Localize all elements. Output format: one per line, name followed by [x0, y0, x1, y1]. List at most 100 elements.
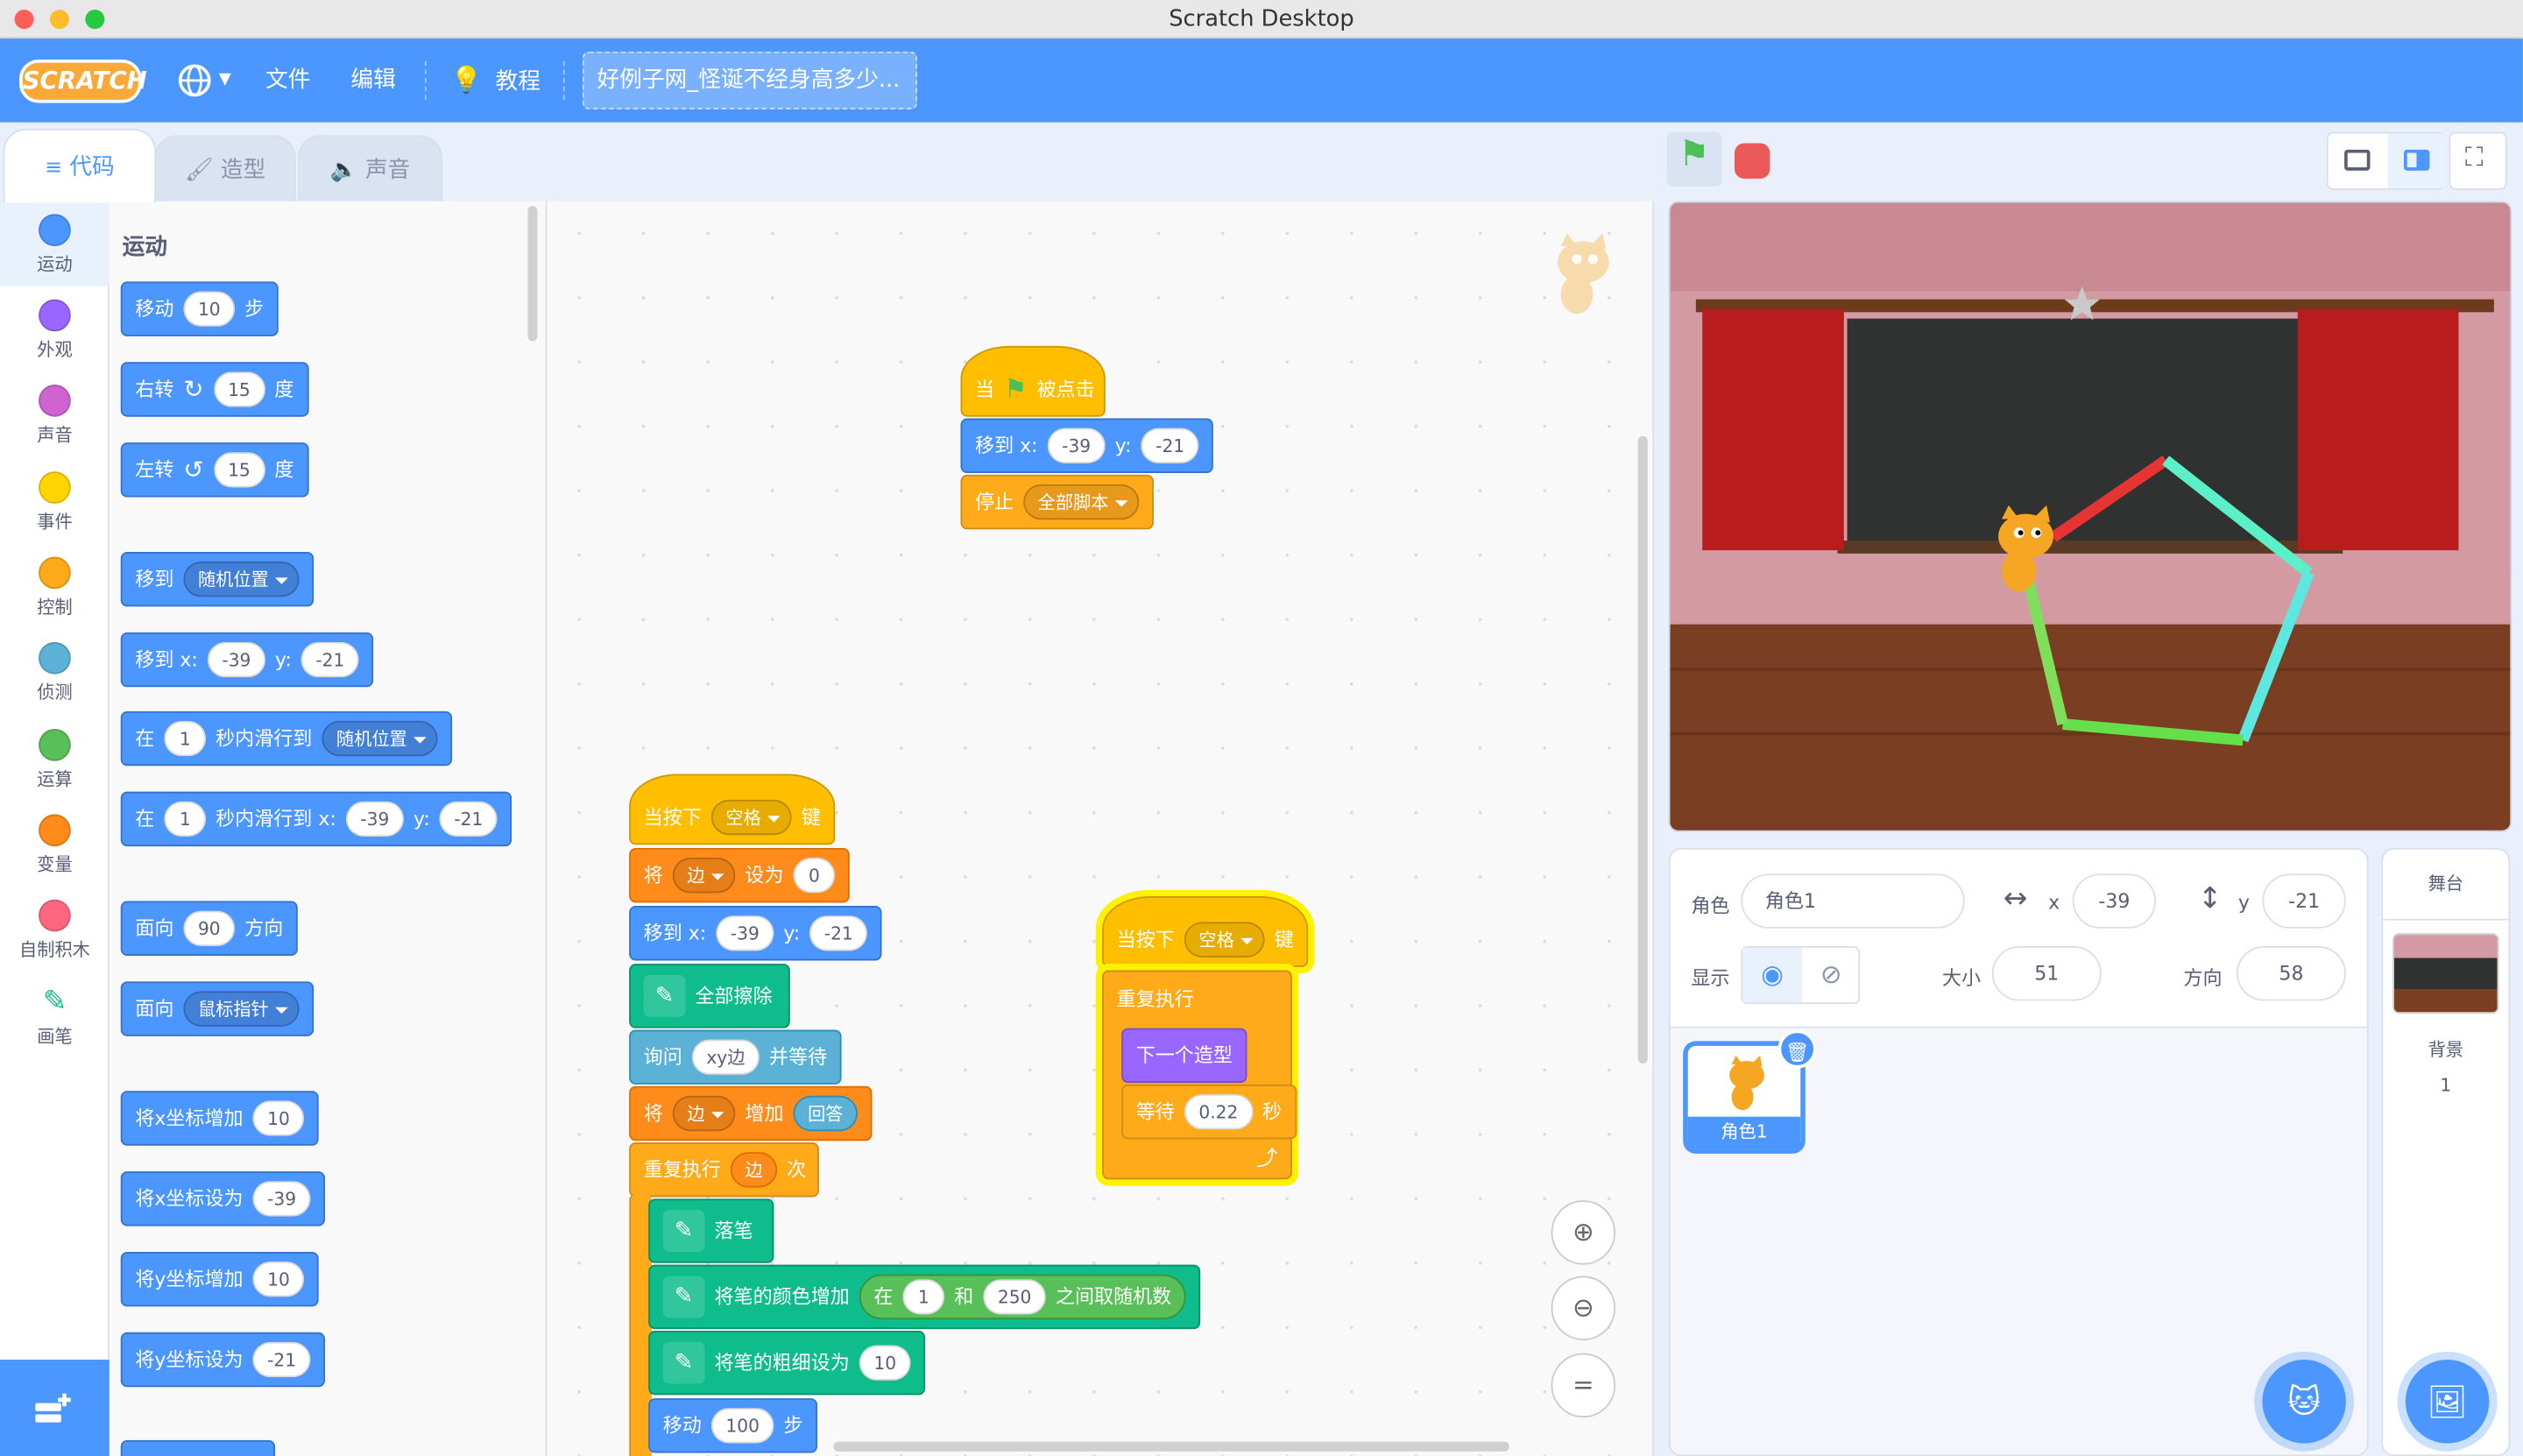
category-control[interactable]: 控制: [0, 544, 110, 629]
block-point-direction[interactable]: 面向 90 方向: [120, 901, 298, 956]
block-input[interactable]: 15: [213, 371, 265, 407]
block-input[interactable]: 10: [252, 1100, 305, 1136]
block-input[interactable]: 10: [859, 1345, 911, 1381]
block-input[interactable]: 0.22: [1184, 1093, 1253, 1130]
file-menu[interactable]: 文件: [265, 39, 310, 123]
block-input[interactable]: -39: [1047, 428, 1106, 463]
stage-canvas[interactable]: [1668, 201, 2512, 832]
block-input[interactable]: -39: [716, 915, 774, 951]
answer-reporter[interactable]: 回答: [793, 1095, 859, 1132]
block-pen-down[interactable]: ✎ 落笔: [648, 1198, 774, 1263]
block-move-steps[interactable]: 移动 10 步: [120, 281, 279, 336]
block-input[interactable]: -21: [252, 1341, 311, 1378]
block-input[interactable]: 90: [183, 910, 236, 946]
block-set-x[interactable]: 将x坐标设为 -39: [120, 1171, 326, 1226]
stop-button[interactable]: [1734, 143, 1770, 179]
block-change-pen-color[interactable]: ✎ 将笔的颜色增加 在 1 和 250 之间取随机数: [648, 1264, 1201, 1330]
block-when-flag-clicked[interactable]: 当 ⚑ 被点击: [960, 345, 1106, 417]
block-dropdown[interactable]: 随机位置: [322, 720, 438, 757]
hide-sprite-button[interactable]: ⊘: [1802, 948, 1860, 1002]
choose-sprite-button[interactable]: 🐱: [2262, 1360, 2346, 1444]
block-dropdown[interactable]: 边: [672, 857, 736, 894]
sprite-name-input[interactable]: 角色1: [1741, 873, 1965, 929]
block-when-key-pressed[interactable]: 当按下 空格键: [629, 774, 836, 845]
choose-backdrop-button[interactable]: 🖼: [2405, 1360, 2490, 1444]
block-glide[interactable]: 在 1 秒内滑行到 随机位置: [120, 710, 453, 767]
block-move-steps[interactable]: 移动 100 步: [648, 1398, 818, 1453]
workspace-horizontal-scrollbar[interactable]: [833, 1441, 1509, 1452]
block-next-costume[interactable]: 下一个造型: [1121, 1028, 1247, 1084]
x-input[interactable]: -39: [2072, 873, 2157, 929]
block-random[interactable]: 在 1 和 250 之间取随机数: [859, 1274, 1186, 1320]
workspace-vertical-scrollbar[interactable]: [1637, 435, 1648, 1064]
tutorials-menu[interactable]: 💡 教程: [450, 39, 541, 123]
block-input[interactable]: 0: [793, 857, 836, 894]
block-goto-xy[interactable]: 移到 x: -39 y: -21: [960, 418, 1214, 473]
block-partial[interactable]: [120, 1439, 276, 1456]
block-pen-clear[interactable]: ✎ 全部擦除: [629, 964, 790, 1028]
category-motion[interactable]: 运动: [0, 201, 110, 286]
block-dropdown[interactable]: 空格: [1184, 922, 1265, 958]
block-dropdown[interactable]: 全部脚本: [1023, 484, 1140, 520]
block-ask-and-wait[interactable]: 询问 xy边 并等待: [629, 1029, 842, 1085]
block-turn-right[interactable]: 右转 ↻ 15 度: [120, 362, 308, 417]
block-input[interactable]: xy边: [691, 1039, 760, 1075]
category-sound[interactable]: 声音: [0, 371, 110, 456]
stage-backdrop-thumbnail[interactable]: [2392, 933, 2499, 1014]
block-input[interactable]: -39: [207, 641, 265, 678]
delete-sprite-button[interactable]: 🗑: [1777, 1029, 1817, 1069]
block-wait[interactable]: 等待 0.22 秒: [1121, 1084, 1297, 1140]
block-dropdown[interactable]: 空格: [710, 799, 792, 836]
zoom-out-button[interactable]: ⊖: [1551, 1276, 1616, 1340]
block-goto-xy[interactable]: 移到 x: -39 y: -21: [629, 906, 882, 961]
block-dropdown[interactable]: 鼠标指针: [183, 991, 300, 1027]
project-title-input[interactable]: 好例子网_怪诞不经身高多少...: [582, 51, 917, 110]
block-input[interactable]: 1: [164, 720, 207, 757]
block-change-y[interactable]: 将y坐标增加 10: [120, 1251, 319, 1307]
block-point-towards[interactable]: 面向 鼠标指针: [120, 981, 314, 1036]
direction-input[interactable]: 58: [2237, 945, 2346, 1001]
block-when-key-pressed[interactable]: 当按下 空格键: [1102, 896, 1309, 967]
block-input[interactable]: -39: [345, 801, 404, 838]
green-flag-button[interactable]: ⚑: [1666, 131, 1722, 187]
block-set-pen-size[interactable]: ✎ 将笔的粗细设为 10: [648, 1330, 926, 1396]
block-set-variable[interactable]: 将边设为 0: [629, 847, 850, 903]
show-sprite-button[interactable]: ◉: [1742, 947, 1803, 1003]
add-extension-button[interactable]: [0, 1360, 110, 1456]
scratch-logo[interactable]: SCRATCH: [19, 59, 147, 103]
variable-reporter[interactable]: 边: [730, 1152, 778, 1188]
normal-stage-button[interactable]: [2387, 133, 2446, 188]
block-goto-xy[interactable]: 移到 x: -39 y: -21: [120, 632, 374, 688]
palette-scrollbar[interactable]: [527, 206, 538, 342]
code-workspace[interactable]: 当 ⚑ 被点击 移到 x: -39 y: -21 停止 全部脚本 当按下 空格键 将边设为 0 …: [547, 201, 1655, 1456]
category-variables[interactable]: 变量: [0, 802, 110, 887]
block-input[interactable]: 100: [710, 1408, 774, 1444]
block-change-x[interactable]: 将x坐标增加 10: [120, 1091, 319, 1146]
block-dropdown[interactable]: 随机位置: [183, 562, 300, 597]
edit-menu[interactable]: 编辑: [350, 39, 395, 123]
block-input[interactable]: -21: [809, 915, 868, 951]
block-change-variable[interactable]: 将边增加 回答: [629, 1085, 873, 1141]
block-repeat[interactable]: 重复执行边次: [629, 1142, 819, 1198]
sprite-thumbnail[interactable]: 角色1 🗑: [1683, 1029, 1817, 1154]
category-pen[interactable]: ✎ 画笔: [0, 973, 110, 1058]
tab-costumes[interactable]: 🖌 造型: [154, 135, 296, 203]
fullscreen-button[interactable]: ⛶: [2449, 131, 2507, 190]
block-set-y[interactable]: 将y坐标设为 -21: [120, 1332, 326, 1388]
block-dropdown[interactable]: 边: [672, 1095, 736, 1132]
tab-code[interactable]: ≡ 代码: [3, 128, 157, 203]
y-input[interactable]: -21: [2262, 873, 2346, 929]
zoom-in-button[interactable]: ⊕: [1551, 1200, 1616, 1265]
block-stop[interactable]: 停止 全部脚本: [960, 474, 1154, 530]
block-glide-xy[interactable]: 在 1 秒内滑行到 x: -39 y: -21: [120, 791, 512, 847]
category-looks[interactable]: 外观: [0, 286, 110, 371]
block-input[interactable]: 15: [213, 452, 265, 488]
category-sensing[interactable]: 侦测: [0, 629, 110, 714]
block-input[interactable]: -21: [439, 801, 498, 838]
block-input[interactable]: -39: [252, 1181, 311, 1217]
small-stage-button[interactable]: [2329, 133, 2386, 187]
block-goto[interactable]: 移到 随机位置: [120, 551, 314, 607]
block-input[interactable]: -21: [1141, 428, 1199, 463]
block-input[interactable]: 10: [252, 1261, 305, 1297]
category-events[interactable]: 事件: [0, 458, 110, 543]
